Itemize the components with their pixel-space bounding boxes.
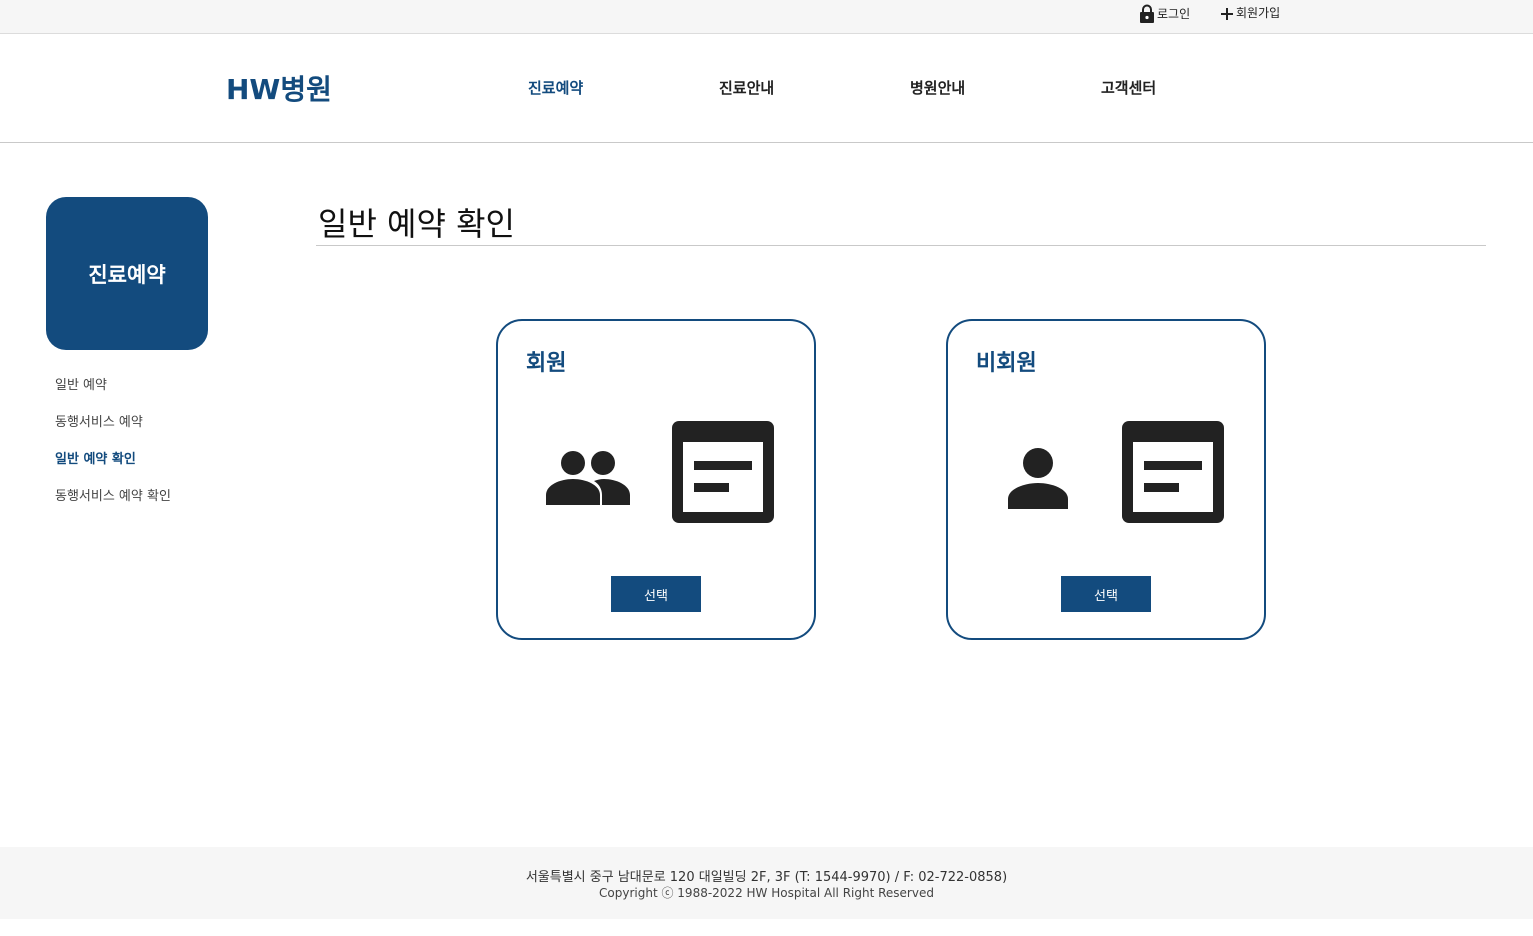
sidebar-item-general-check[interactable]: 일반 예약 확인 [55, 448, 136, 467]
form-icon [672, 421, 774, 523]
join-link[interactable]: 회원가입 [1220, 4, 1280, 21]
footer-address: 서울특별시 중구 남대문로 120 대일빌딩 2F, 3F (T: 1544-9… [525, 870, 1008, 885]
member-card: 회원 선택 [496, 319, 816, 640]
sidebar-item-general-reservation[interactable]: 일반 예약 [55, 374, 107, 393]
top-utility-bar: 로그인 회원가입 [0, 0, 1533, 34]
sidebar-item-companion-check[interactable]: 동행서비스 예약 확인 [55, 485, 171, 504]
form-icon [1122, 421, 1224, 523]
footer-copyright: Copyright ⓒ 1988-2022 HW Hospital All Ri… [599, 886, 934, 900]
site-logo[interactable]: HW병원 [226, 68, 332, 108]
guest-select-button[interactable]: 선택 [1061, 576, 1151, 612]
plus-icon [1221, 8, 1233, 20]
guest-card: 비회원 선택 [946, 319, 1266, 640]
nav-item-treatment-info[interactable]: 진료안내 [719, 77, 774, 98]
login-link[interactable]: 로그인 [1139, 4, 1190, 23]
nav-item-customer-center[interactable]: 고객센터 [1101, 77, 1156, 98]
page-title: 일반 예약 확인 [318, 205, 515, 243]
sidebar-title: 진료예약 [46, 197, 208, 350]
lock-icon [1140, 4, 1154, 23]
sidebar-item-companion-reservation[interactable]: 동행서비스 예약 [55, 411, 143, 430]
nav-item-reservation[interactable]: 진료예약 [528, 77, 583, 98]
title-divider [316, 245, 1486, 246]
login-label: 로그인 [1157, 7, 1191, 21]
guest-card-title: 비회원 [976, 351, 1037, 376]
member-card-title: 회원 [526, 351, 567, 376]
people-icon [546, 451, 630, 505]
site-footer: 서울특별시 중구 남대문로 120 대일빌딩 2F, 3F (T: 1544-9… [0, 847, 1533, 919]
member-select-button[interactable]: 선택 [611, 576, 701, 612]
nav-item-hospital-info[interactable]: 병원안내 [910, 77, 965, 98]
site-header: HW병원 진료예약 진료안내 병원안내 고객센터 [0, 34, 1533, 143]
join-label: 회원가입 [1236, 6, 1281, 20]
person-icon [1008, 448, 1068, 509]
